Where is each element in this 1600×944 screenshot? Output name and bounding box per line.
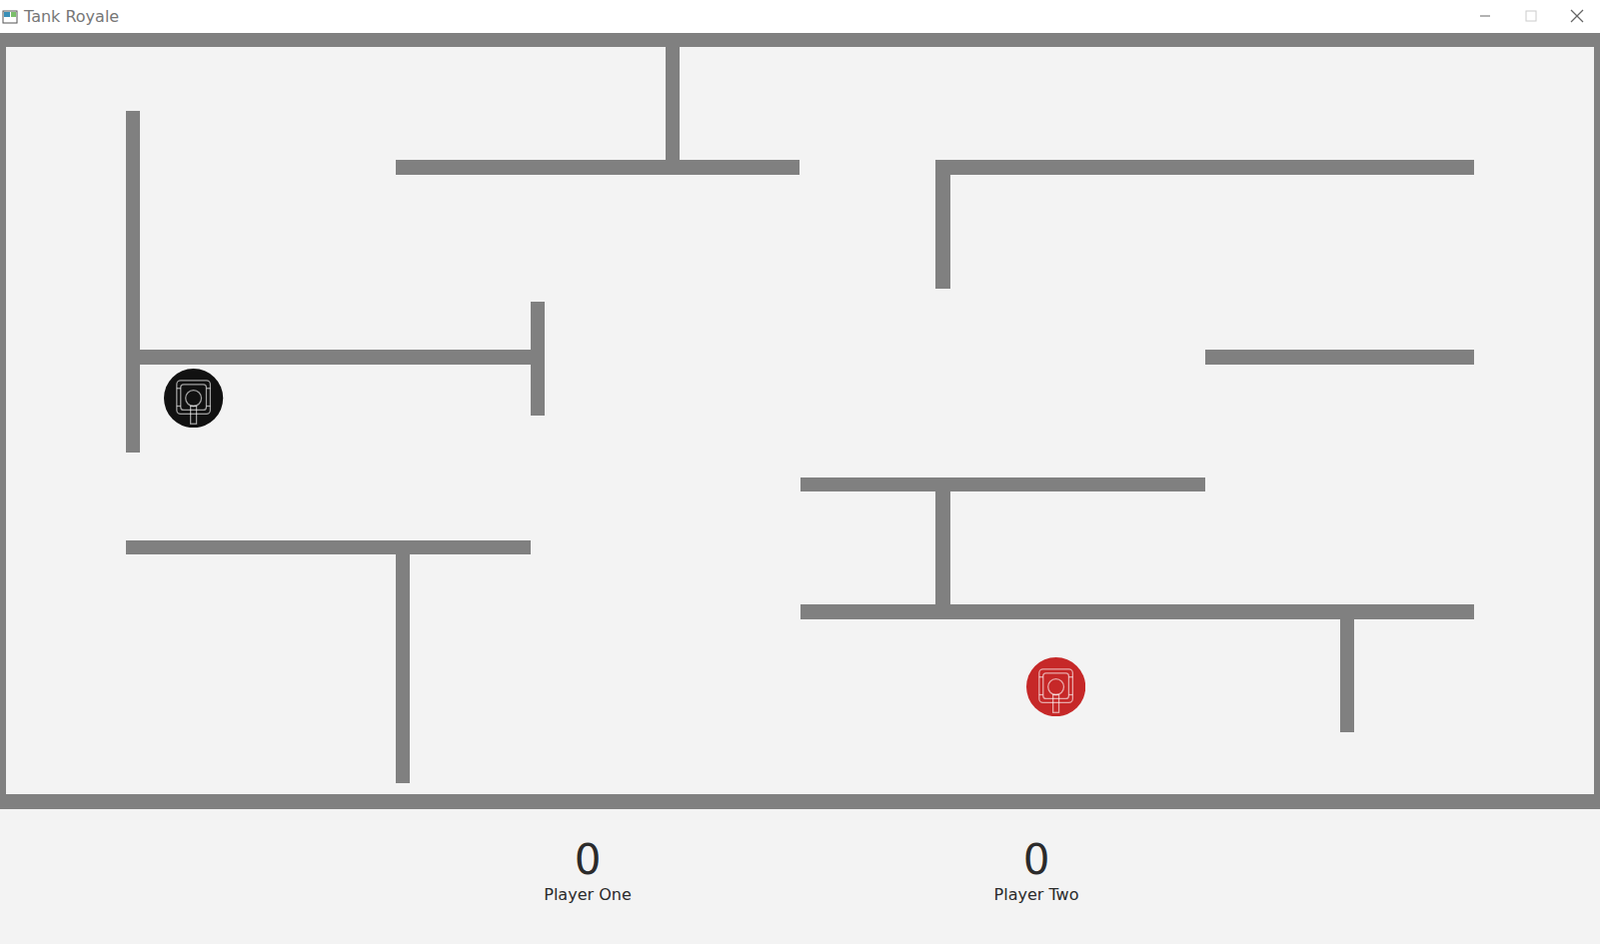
title-bar: Tank Royale xyxy=(0,0,1600,33)
tank-icon[interactable] xyxy=(1026,657,1086,717)
window-title: Tank Royale xyxy=(23,6,119,26)
close-icon[interactable] xyxy=(1554,0,1600,33)
maximize-icon[interactable] xyxy=(1508,0,1555,33)
wall xyxy=(530,301,545,415)
game-window: Tank Royale0Player One0Player Two xyxy=(0,0,1600,944)
player-label: Player Two xyxy=(994,885,1080,905)
scoreboard: 0Player One0Player Two xyxy=(0,809,1600,944)
minimize-icon[interactable] xyxy=(1462,0,1509,33)
wall xyxy=(1340,619,1355,733)
wall xyxy=(935,491,950,605)
score-value: 0 xyxy=(1023,837,1051,884)
wall xyxy=(935,159,1475,174)
wall xyxy=(935,174,950,289)
wall xyxy=(139,349,531,364)
player-score: 0Player One xyxy=(487,837,688,944)
app-icon xyxy=(1,8,18,25)
player-score: 0Player Two xyxy=(936,837,1137,944)
player-label: Player One xyxy=(543,885,631,905)
wall xyxy=(1205,349,1476,364)
wall xyxy=(800,604,1476,619)
wall xyxy=(125,540,531,555)
score-value: 0 xyxy=(574,837,602,884)
wall xyxy=(800,477,1206,492)
tank-icon[interactable] xyxy=(163,368,223,428)
wall xyxy=(395,554,410,784)
wall xyxy=(395,159,800,174)
wall xyxy=(125,110,140,453)
wall xyxy=(665,46,680,160)
arena xyxy=(0,32,1600,810)
